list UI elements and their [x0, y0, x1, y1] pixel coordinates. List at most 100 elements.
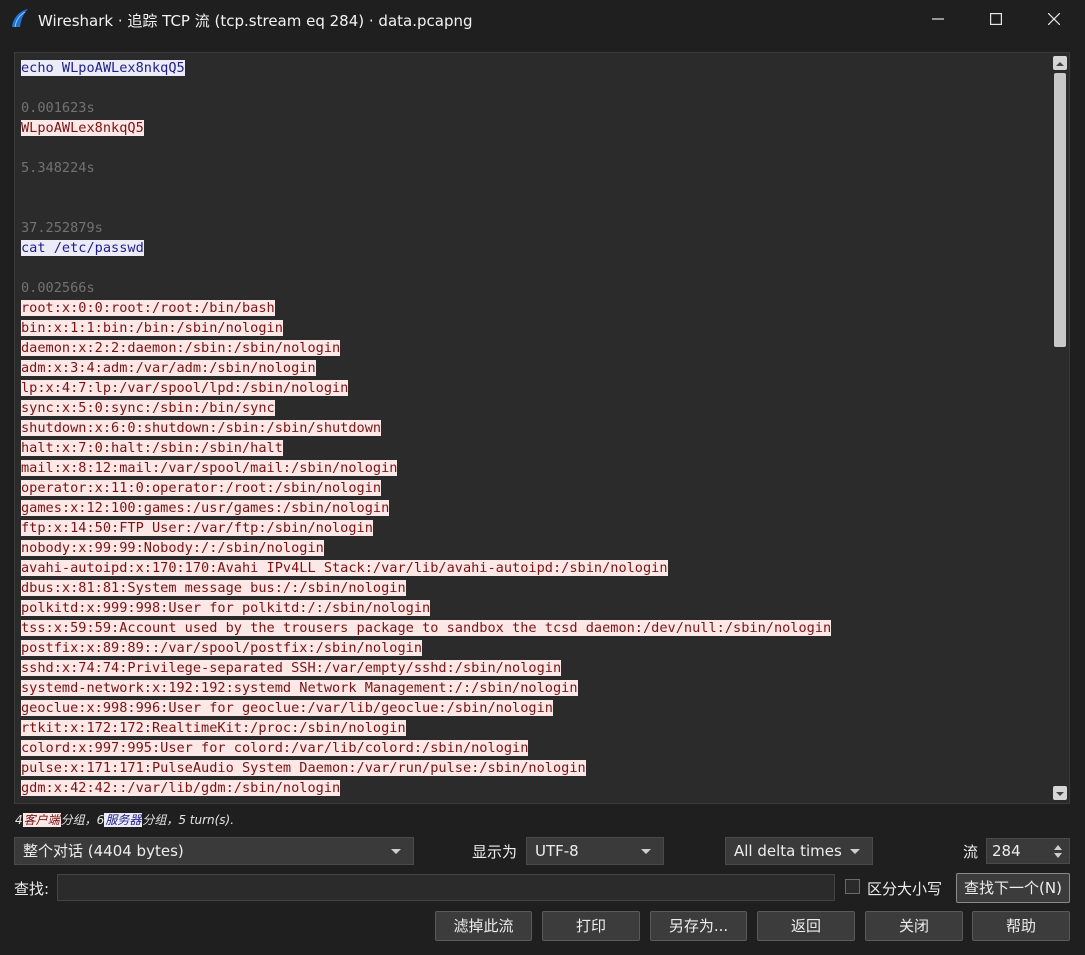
- server-data: shutdown:x:6:0:shutdown:/sbin:/sbin/shut…: [21, 420, 382, 436]
- server-data: operator:x:11:0:operator:/root:/sbin/nol…: [21, 480, 382, 496]
- stream-line: [21, 198, 1051, 218]
- server-data: mail:x:8:12:mail:/var/spool/mail:/sbin/n…: [21, 460, 398, 476]
- stream-number-value: 284: [992, 842, 1021, 860]
- server-data: avahi-autoipd:x:170:170:Avahi IPv4LL Sta…: [21, 560, 668, 576]
- find-label: 查找:: [14, 880, 50, 898]
- stream-number-spinbox[interactable]: 284: [986, 838, 1070, 864]
- stream-line: dbus:x:81:81:System message bus:/:/sbin/…: [21, 578, 1051, 598]
- client-packet-count: 4: [15, 813, 23, 827]
- find-next-button[interactable]: 查找下一个(N): [956, 873, 1070, 903]
- stream-line: lp:x:4:7:lp:/var/spool/lpd:/sbin/nologin: [21, 378, 1051, 398]
- server-data: adm:x:3:4:adm:/var/adm:/sbin/nologin: [21, 360, 316, 376]
- stream-line: 0.001623s: [21, 98, 1051, 118]
- close-window-button[interactable]: [1025, 0, 1083, 38]
- chevron-down-icon: [391, 849, 401, 854]
- stream-line: [21, 138, 1051, 158]
- scroll-down-button[interactable]: [1053, 786, 1067, 800]
- server-data: games:x:12:100:games:/usr/games:/sbin/no…: [21, 500, 390, 516]
- show-as-label: 显示为: [472, 843, 518, 861]
- server-data: halt:x:7:0:halt:/sbin:/sbin/halt: [21, 440, 283, 456]
- timestamp: 37.252879s: [21, 220, 103, 236]
- stream-line: echo WLpoAWLex8nkqQ5: [21, 58, 1051, 78]
- save-as-button[interactable]: 另存为...: [650, 911, 747, 941]
- conversation-select-value: 整个对话 (4404 bytes): [23, 842, 184, 860]
- summary-text-1: 分组，: [60, 813, 97, 827]
- stream-line: 0.002566s: [21, 278, 1051, 298]
- server-data: colord:x:997:995:User for colord:/var/li…: [21, 740, 529, 756]
- server-data: nobody:x:99:99:Nobody:/:/sbin/nologin: [21, 540, 324, 556]
- encoding-select[interactable]: UTF-8: [526, 837, 664, 865]
- server-data: pulse:x:171:171:PulseAudio System Daemon…: [21, 760, 586, 776]
- stream-line: adm:x:3:4:adm:/var/adm:/sbin/nologin: [21, 358, 1051, 378]
- stream-line: 37.252879s: [21, 218, 1051, 238]
- conversation-select[interactable]: 整个对话 (4404 bytes): [14, 837, 414, 865]
- stream-line: cat /etc/passwd: [21, 238, 1051, 258]
- minimize-icon: [932, 10, 944, 29]
- stream-line: 5.348224s: [21, 158, 1051, 178]
- server-data: sshd:x:74:74:Privilege-separated SSH:/va…: [21, 660, 562, 676]
- help-button[interactable]: 帮助: [972, 911, 1070, 941]
- spin-up-icon[interactable]: [1054, 845, 1062, 850]
- stream-line: gdm:x:42:42::/var/lib/gdm:/sbin/nologin: [21, 778, 1051, 798]
- server-data: geoclue:x:998:996:User for geoclue:/var/…: [21, 700, 553, 716]
- delta-times-select[interactable]: All delta times: [725, 837, 873, 865]
- stream-line: pulse:x:171:171:PulseAudio System Daemon…: [21, 758, 1051, 778]
- stream-line: systemd-network:x:192:192:systemd Networ…: [21, 678, 1051, 698]
- server-data: sync:x:5:0:sync:/sbin:/bin/sync: [21, 400, 275, 416]
- stream-line: daemon:x:2:2:daemon:/sbin:/sbin/nologin: [21, 338, 1051, 358]
- stream-line: bin:x:1:1:bin:/bin:/sbin/nologin: [21, 318, 1051, 338]
- stream-line: mail:x:8:12:mail:/var/spool/mail:/sbin/n…: [21, 458, 1051, 478]
- stream-line: sshd:x:74:74:Privilege-separated SSH:/va…: [21, 658, 1051, 678]
- server-data: ftp:x:14:50:FTP User:/var/ftp:/sbin/nolo…: [21, 520, 373, 536]
- stream-line: [21, 78, 1051, 98]
- stream-line: geoclue:x:998:996:User for geoclue:/var/…: [21, 698, 1051, 718]
- server-data: root:x:0:0:root:/root:/bin/bash: [21, 300, 275, 316]
- server-data: bin:x:1:1:bin:/bin:/sbin/nologin: [21, 320, 283, 336]
- maximize-icon: [990, 10, 1003, 29]
- filter-out-stream-button[interactable]: 滤掉此流: [435, 911, 532, 941]
- client-legend: 客户端: [22, 813, 61, 827]
- spin-down-icon[interactable]: [1054, 853, 1062, 858]
- title-bar: Wireshark · 追踪 TCP 流 (tcp.stream eq 284)…: [0, 0, 1085, 38]
- client-data: cat /etc/passwd: [21, 240, 144, 256]
- timestamp: 0.001623s: [21, 100, 95, 116]
- server-data: gdm:x:42:42::/var/lib/gdm:/sbin/nologin: [21, 780, 341, 796]
- scroll-up-button[interactable]: [1053, 56, 1067, 70]
- stream-line: tss:x:59:59:Account used by the trousers…: [21, 618, 1051, 638]
- stream-line: ftp:x:14:50:FTP User:/var/ftp:/sbin/nolo…: [21, 518, 1051, 538]
- find-input[interactable]: [57, 874, 835, 901]
- print-button[interactable]: 打印: [542, 911, 640, 941]
- close-icon: [1047, 10, 1061, 29]
- stream-line: polkitd:x:999:998:User for polkitd:/:/sb…: [21, 598, 1051, 618]
- wireshark-fin-icon: [10, 8, 30, 28]
- scrollbar-thumb[interactable]: [1054, 73, 1066, 347]
- server-data: dbus:x:81:81:System message bus:/:/sbin/…: [21, 580, 406, 596]
- summary-text-2: 分组，5 turn(s).: [142, 813, 235, 827]
- vertical-scrollbar[interactable]: [1051, 53, 1069, 803]
- stream-line: halt:x:7:0:halt:/sbin:/sbin/halt: [21, 438, 1051, 458]
- stream-line: sync:x:5:0:sync:/sbin:/bin/sync: [21, 398, 1051, 418]
- maximize-button[interactable]: [967, 0, 1025, 38]
- stream-label: 流: [963, 843, 979, 861]
- server-data: tss:x:59:59:Account used by the trousers…: [21, 620, 832, 636]
- close-button[interactable]: 关闭: [865, 911, 963, 941]
- stream-line: rtkit:x:172:172:RealtimeKit:/proc:/sbin/…: [21, 718, 1051, 738]
- server-data: lp:x:4:7:lp:/var/spool/lpd:/sbin/nologin: [21, 380, 349, 396]
- stream-line: WLpoAWLex8nkqQ5: [21, 118, 1051, 138]
- case-sensitive-label: 区分大小写: [867, 880, 943, 898]
- server-data: systemd-network:x:192:192:systemd Networ…: [21, 680, 578, 696]
- stream-content-pane[interactable]: echo WLpoAWLex8nkqQ5 0.001623s WLpoAWLex8n…: [14, 52, 1070, 804]
- stream-line: [21, 178, 1051, 198]
- chevron-down-icon: [850, 849, 860, 854]
- stream-line: [21, 258, 1051, 278]
- server-legend: 服务器: [104, 813, 143, 827]
- stream-line: root:x:0:0:root:/root:/bin/bash: [21, 298, 1051, 318]
- minimize-button[interactable]: [909, 0, 967, 38]
- encoding-select-value: UTF-8: [535, 842, 579, 860]
- stream-line: nobody:x:99:99:Nobody:/:/sbin/nologin: [21, 538, 1051, 558]
- stream-text[interactable]: echo WLpoAWLex8nkqQ5 0.001623s WLpoAWLex8n…: [21, 58, 1051, 798]
- case-sensitive-checkbox[interactable]: [845, 879, 860, 894]
- server-data: WLpoAWLex8nkqQ5: [21, 120, 144, 136]
- server-data: rtkit:x:172:172:RealtimeKit:/proc:/sbin/…: [21, 720, 406, 736]
- back-button[interactable]: 返回: [757, 911, 855, 941]
